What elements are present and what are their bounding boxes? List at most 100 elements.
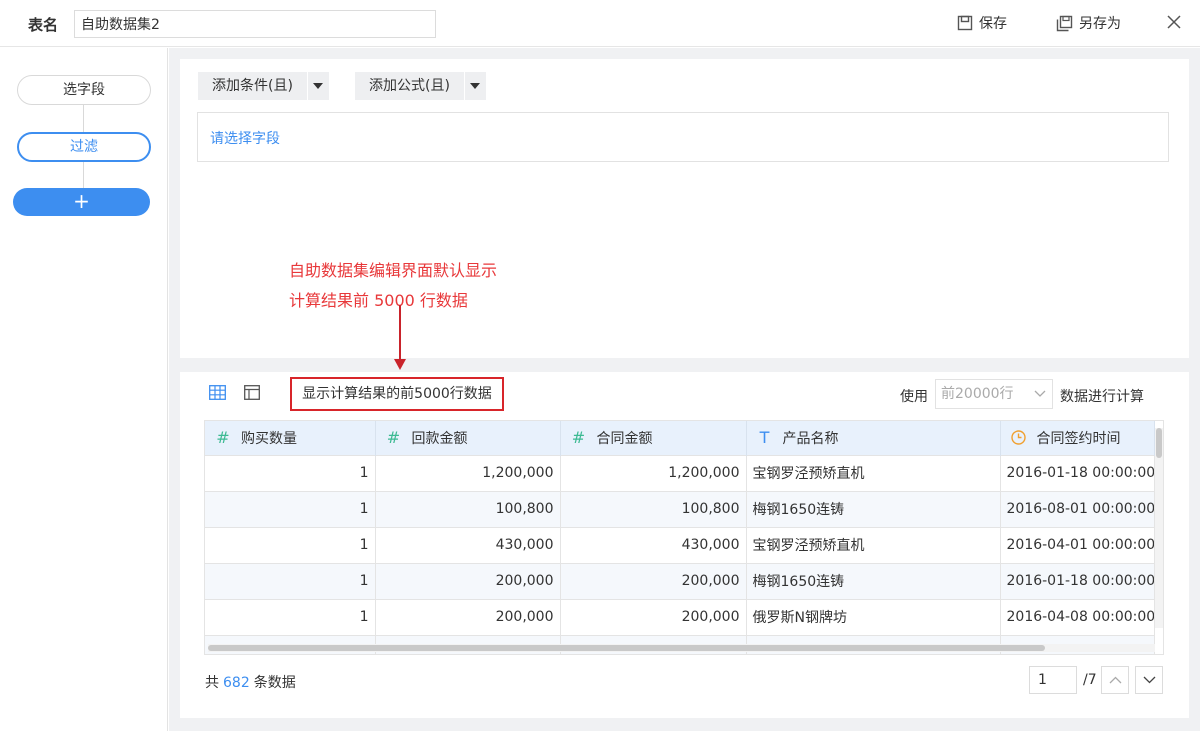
table-row[interactable]: 1 1,200,000 1,200,000 宝钢罗泾预矫直机 2016-01-1… (205, 454, 1155, 491)
table-cell: 梅钢1650连铸 (746, 562, 1001, 599)
next-page-button[interactable] (1135, 666, 1163, 694)
prev-page-button[interactable] (1101, 666, 1129, 694)
chevron-down-icon (1143, 676, 1155, 684)
add-condition-button[interactable]: 添加条件(且) (198, 72, 329, 100)
column-header[interactable]: # 回款金额 (375, 421, 561, 455)
caret-down-icon (313, 83, 324, 89)
table-cell: 梅钢1650连铸 (746, 490, 1001, 527)
table-cell: 200,000 (375, 598, 561, 635)
preview-hint: 显示计算结果的前5000行数据 (290, 377, 504, 411)
layout-view-button[interactable] (244, 385, 260, 404)
save-as-button[interactable]: 另存为 (1056, 13, 1121, 33)
table-cell: 200,000 (560, 562, 747, 599)
table-cell: 1 (205, 490, 376, 527)
scrollbar-thumb[interactable] (1156, 428, 1162, 458)
column-header[interactable]: T 产品名称 (746, 421, 1001, 455)
page-total: /7 (1083, 672, 1097, 688)
row-limit-select[interactable]: 前20000行 (935, 379, 1053, 409)
table-cell: 1 (205, 562, 376, 599)
add-formula-button[interactable]: 添加公式(且) (355, 72, 486, 100)
column-header[interactable]: # 购买数量 (205, 421, 376, 455)
data-table: # 购买数量 # 回款金额 # 合同金额 T 产品名称 合同签约时间 1 1,200,0… (204, 420, 1164, 655)
table-cell: 宝钢罗泾预矫直机 (746, 454, 1001, 491)
table-cell: 100,800 (375, 490, 561, 527)
top-bar: 表名 保存 另存为 (0, 0, 1200, 47)
save-label: 保存 (979, 16, 1007, 32)
save-as-icon (1056, 15, 1073, 31)
clock-icon (1009, 428, 1029, 447)
filter-area: 添加条件(且) 添加公式(且) 请选择字段 (180, 59, 1189, 358)
step-connector (83, 105, 84, 132)
table-row[interactable]: 1 100,800 100,800 梅钢1650连铸 2016-08-01 00… (205, 490, 1155, 527)
column-label: 回款金额 (411, 430, 468, 447)
grid-icon (209, 385, 226, 400)
annotation-line-1: 自助数据集编辑界面默认显示 (289, 261, 498, 280)
close-icon (1167, 15, 1181, 29)
table-cell: 430,000 (560, 526, 747, 563)
table-name-label: 表名 (28, 16, 59, 34)
add-formula-dropdown[interactable] (463, 72, 486, 100)
total-suffix: 条数据 (253, 675, 296, 691)
step-filter[interactable]: 过滤 (17, 132, 151, 162)
save-button[interactable]: 保存 (957, 13, 1007, 33)
chevron-up-icon (1109, 676, 1121, 684)
save-as-label: 另存为 (1079, 16, 1121, 32)
close-button[interactable] (1166, 14, 1182, 34)
text-icon: T (759, 427, 770, 447)
table-cell: 2016-01-18 00:00:00 (1000, 562, 1155, 599)
grid-view-button[interactable] (209, 385, 226, 404)
add-condition-dropdown[interactable] (306, 72, 329, 100)
table-cell: 100,800 (560, 490, 747, 527)
step-select-fields[interactable]: 选字段 (17, 75, 151, 105)
table-cell: 2016-08-01 00:00:00 (1000, 490, 1155, 527)
column-label: 合同金额 (596, 430, 653, 447)
vertical-scrollbar[interactable] (1155, 428, 1163, 628)
horizontal-scrollbar[interactable] (208, 644, 1155, 652)
total-rows: 共 682 条数据 (205, 672, 296, 692)
table-cell: 430,000 (375, 526, 561, 563)
table-cell: 宝钢罗泾预矫直机 (746, 526, 1001, 563)
table-cell: 1 (205, 526, 376, 563)
page-number-input[interactable]: 1 (1029, 666, 1077, 694)
caret-down-icon (470, 83, 481, 89)
step-panel: 选字段 过滤 + (0, 48, 168, 731)
table-cell: 1,200,000 (560, 454, 747, 491)
add-condition-label: 添加条件(且) (212, 78, 293, 94)
layout-icon (244, 385, 260, 400)
add-formula-label: 添加公式(且) (369, 78, 450, 94)
main-area: 添加条件(且) 添加公式(且) 请选择字段 显示计算结果的前5000行数据 使用… (169, 48, 1200, 731)
annotation-line-2: 计算结果前 5000 行数据 (289, 291, 468, 310)
annotation-arrow (399, 305, 401, 361)
table-name-input[interactable] (74, 10, 436, 38)
field-select-box[interactable]: 请选择字段 (197, 112, 1169, 162)
column-header[interactable]: 合同签约时间 (1000, 421, 1155, 455)
table-cell: 200,000 (375, 562, 561, 599)
column-header[interactable]: # 合同金额 (560, 421, 747, 455)
table-cell: 2016-04-08 00:00:00 (1000, 598, 1155, 635)
field-placeholder[interactable]: 请选择字段 (210, 128, 280, 148)
number-icon: # (386, 427, 401, 447)
save-icon (957, 15, 973, 31)
use-label: 使用 (900, 389, 928, 405)
chevron-down-icon (1034, 390, 1046, 397)
total-prefix: 共 (205, 675, 219, 691)
column-label: 合同签约时间 (1036, 430, 1121, 447)
table-cell: 1,200,000 (375, 454, 561, 491)
number-icon: # (571, 427, 586, 447)
table-cell: 200,000 (560, 598, 747, 635)
total-count: 682 (223, 675, 250, 691)
table-cell: 1 (205, 454, 376, 491)
data-preview: 显示计算结果的前5000行数据 使用 前20000行 数据进行计算 # 购买数量 … (180, 372, 1189, 718)
table-row[interactable]: 1 200,000 200,000 俄罗斯N钢牌坊 2016-04-08 00:… (205, 598, 1155, 635)
column-label: 产品名称 (782, 430, 839, 447)
add-step-button[interactable]: + (13, 188, 150, 216)
scrollbar-thumb[interactable] (208, 645, 1045, 651)
table-header: # 购买数量 # 回款金额 # 合同金额 T 产品名称 合同签约时间 (205, 421, 1155, 455)
table-row[interactable]: 1 430,000 430,000 宝钢罗泾预矫直机 2016-04-01 00… (205, 526, 1155, 563)
table-cell: 2016-01-18 00:00:00 (1000, 454, 1155, 491)
row-limit-value: 前20000行 (941, 386, 1014, 402)
table-cell: 2016-04-01 00:00:00 (1000, 526, 1155, 563)
table-row[interactable]: 1 200,000 200,000 梅钢1650连铸 2016-01-18 00… (205, 562, 1155, 599)
column-label: 购买数量 (241, 430, 297, 447)
number-icon: # (216, 427, 230, 447)
